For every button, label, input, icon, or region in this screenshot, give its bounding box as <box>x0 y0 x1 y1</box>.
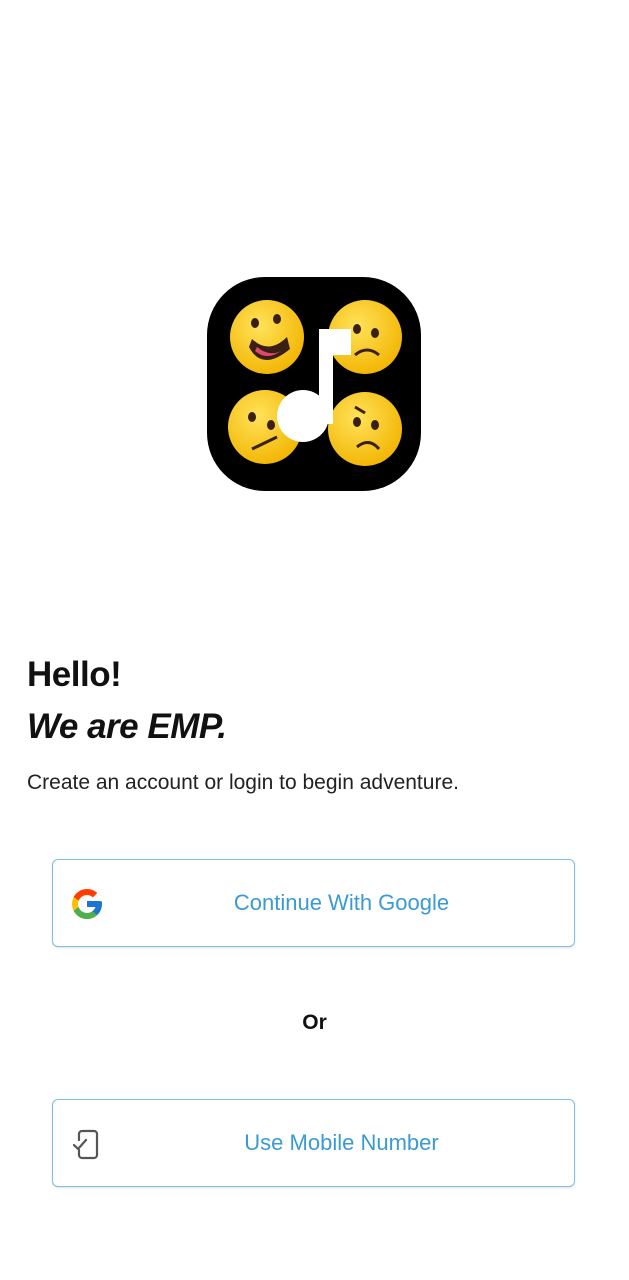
greeting-heading: Hello! <box>27 655 122 694</box>
app-logo-icon <box>207 277 421 491</box>
continue-with-google-label: Continue With Google <box>233 890 450 915</box>
use-mobile-number-button[interactable]: Use Mobile Number <box>52 1099 575 1187</box>
subtitle-text: Create an account or login to begin adve… <box>27 771 459 794</box>
or-divider-text: Or <box>302 1011 327 1034</box>
tagline-heading: We are EMP. <box>27 707 227 746</box>
frowning-face-icon <box>328 392 402 466</box>
use-mobile-number-label: Use Mobile Number <box>244 1130 439 1155</box>
continue-with-google-button[interactable]: Continue With Google <box>52 859 575 947</box>
laughing-face-icon <box>230 300 304 374</box>
